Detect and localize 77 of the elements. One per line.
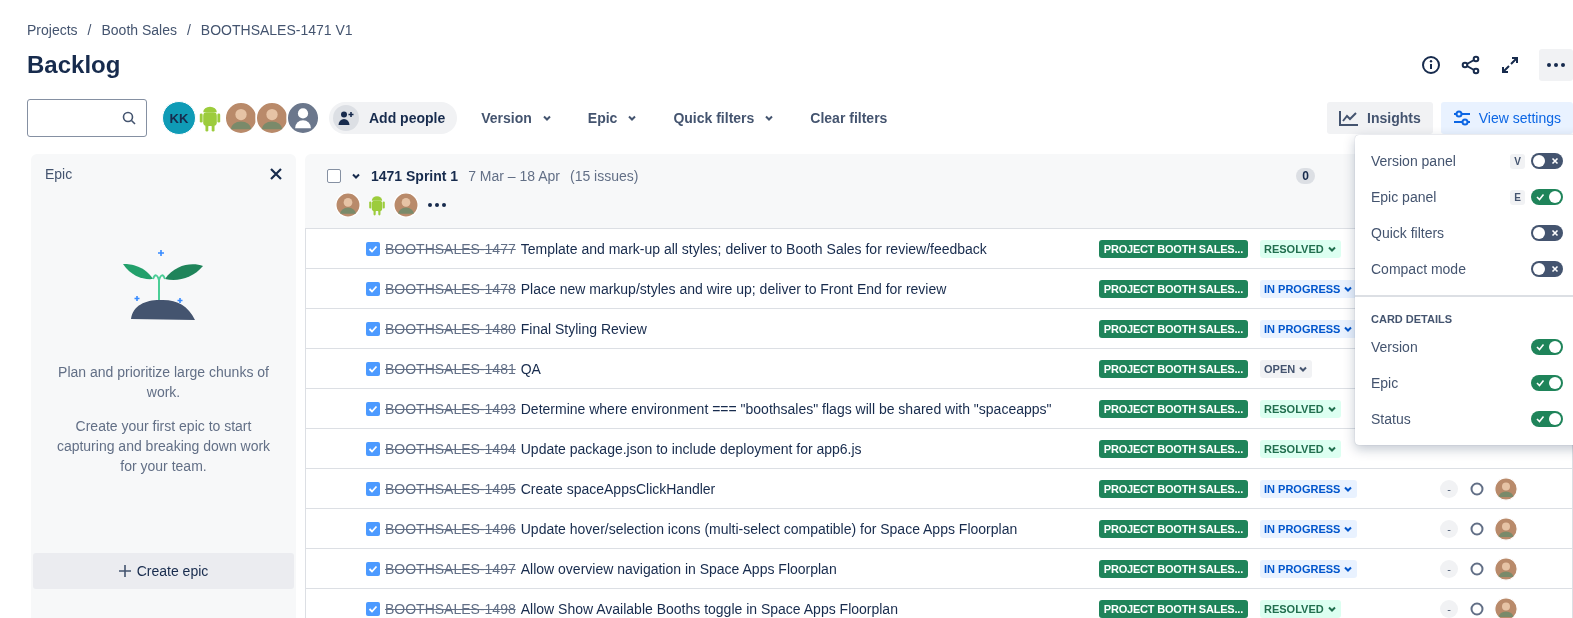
issue-key[interactable]: BOOTHSALES-1495 <box>385 480 516 497</box>
user-avatar[interactable]: KK <box>162 101 196 135</box>
breadcrumb-link[interactable]: BOOTHSALES-1471 V1 <box>200 22 353 38</box>
filter-dropdown[interactable]: Version <box>469 104 564 132</box>
issue-key[interactable]: BOOTHSALES-1498 <box>385 600 516 617</box>
issue-summary: Update hover/selection icons (multi-select compatible) for Space Apps Floorplan <box>520 520 1019 537</box>
separator: / <box>186 22 191 38</box>
epic-tag: PROJECT BOOTH SALES... <box>1098 239 1248 258</box>
insights-button[interactable]: Insights <box>1327 102 1433 134</box>
menu-item-label: Epic panel <box>1371 189 1438 205</box>
issue-row[interactable]: BOOTHSALES-1497 Allow overview navigation in Space Apps Floorplan PROJECT BOOTH SALES... IN PROGRESS - <box>306 549 1572 589</box>
status-dropdown[interactable]: IN PROGRESS <box>1260 319 1358 338</box>
issue-summary: QA <box>520 360 542 377</box>
status-dropdown[interactable]: IN PROGRESS <box>1260 559 1358 578</box>
issue-summary: Allow overview navigation in Space Apps Floorplan <box>520 560 838 577</box>
epic-tag: PROJECT BOOTH SALES... <box>1098 599 1248 618</box>
epic-tag: PROJECT BOOTH SALES... <box>1098 479 1248 498</box>
section-heading: CARD DETAILS <box>1370 312 1454 327</box>
clear-filters-button[interactable]: Clear filters <box>798 104 900 132</box>
issue-count: (15 issues) <box>570 168 639 184</box>
empty-state-text: Create your first epic to start capturing and breaking down work for your team. <box>55 417 272 476</box>
issue-summary: Place new markup/styles and wire up; deliver to Front End for review <box>520 280 948 297</box>
issue-key[interactable]: BOOTHSALES-1497 <box>385 560 516 577</box>
status-dropdown[interactable]: IN PROGRESS <box>1260 279 1358 298</box>
add-people-button[interactable]: Add people <box>329 102 458 134</box>
issue-key[interactable]: BOOTHSALES-1477 <box>385 240 516 257</box>
issue-row[interactable]: BOOTHSALES-1496 Update hover/selection icons (multi-select compatible) for Space Apps Floorplan PROJECT BOOTH SALES... IN PROGRESS - <box>306 509 1572 549</box>
panel-title: Epic <box>45 166 73 182</box>
issue-key[interactable]: BOOTHSALES-1493 <box>385 400 516 417</box>
status-dropdown[interactable]: RESOLVED <box>1260 399 1341 418</box>
issue-summary: Create spaceAppsClickHandler <box>520 480 717 497</box>
breadcrumb-link[interactable]: Booth Sales <box>101 22 177 38</box>
separator: / <box>87 22 92 38</box>
status-dropdown[interactable]: OPEN <box>1260 359 1313 378</box>
sprint-dates: 7 Mar – 18 Apr <box>468 168 560 184</box>
issue-row[interactable]: BOOTHSALES-1498 Allow Show Available Booths toggle in Space Apps Floorplan PROJECT BOOTH SALES... RESOLVED - <box>306 589 1572 618</box>
sprint-name: 1471 Sprint 1 <box>371 168 459 184</box>
status-dropdown[interactable]: IN PROGRESS <box>1260 479 1358 498</box>
status-dropdown[interactable]: RESOLVED <box>1260 599 1341 618</box>
view-settings-button[interactable]: View settings <box>1440 102 1573 134</box>
issue-key[interactable]: BOOTHSALES-1478 <box>385 280 516 297</box>
epic-tag: PROJECT BOOTH SALES... <box>1098 399 1248 418</box>
epic-tag: PROJECT BOOTH SALES... <box>1098 559 1248 578</box>
issue-key[interactable]: BOOTHSALES-1496 <box>385 520 516 537</box>
issue-summary: Template and mark-up all styles; deliver to Booth Sales for review/feedback <box>520 240 988 257</box>
breadcrumb-link[interactable]: Projects <box>27 22 78 38</box>
issue-row[interactable]: BOOTHSALES-1495 Create spaceAppsClickHandler PROJECT BOOTH SALES... IN PROGRESS - <box>306 469 1572 509</box>
epic-tag: PROJECT BOOTH SALES... <box>1098 319 1248 338</box>
menu-item-label: Version panel <box>1371 153 1457 169</box>
estimate-badge: - <box>1440 479 1458 498</box>
issue-summary: Determine where environment === "boothsales" flags will be shared with "spaceapps" <box>520 400 1053 417</box>
issue-summary: Update package.json to include deployment for app6.js <box>520 440 863 457</box>
epic-tag: PROJECT BOOTH SALES... <box>1098 359 1248 378</box>
empty-state-text: Plan and prioritize large chunks of work. <box>57 363 270 402</box>
issue-summary: Allow Show Available Booths toggle in Space Apps Floorplan <box>520 600 899 617</box>
filter-dropdown[interactable]: Quick filters <box>661 104 787 132</box>
issue-summary: Final Styling Review <box>520 320 648 337</box>
status-dropdown[interactable]: RESOLVED <box>1260 239 1341 258</box>
keyboard-shortcut: V <box>1510 153 1525 169</box>
epic-tag: PROJECT BOOTH SALES... <box>1098 519 1248 538</box>
menu-item-label: Epic <box>1371 375 1400 391</box>
create-epic-button[interactable]: Create epic <box>33 553 294 589</box>
issue-key[interactable]: BOOTHSALES-1481 <box>385 360 516 377</box>
epic-tag: PROJECT BOOTH SALES... <box>1098 279 1248 298</box>
estimate-badge: - <box>1440 519 1458 538</box>
estimate-badge: - <box>1440 599 1458 618</box>
issue-key[interactable]: BOOTHSALES-1480 <box>385 320 516 337</box>
count-badge: 0 <box>1296 168 1315 184</box>
page-title: Backlog <box>27 51 121 79</box>
keyboard-shortcut: E <box>1510 189 1525 205</box>
issue-key[interactable]: BOOTHSALES-1494 <box>385 440 516 457</box>
menu-item-label: Status <box>1371 411 1412 427</box>
status-dropdown[interactable]: RESOLVED <box>1260 439 1341 458</box>
epic-tag: PROJECT BOOTH SALES... <box>1098 439 1248 458</box>
estimate-badge: - <box>1440 559 1458 578</box>
filter-dropdown[interactable]: Epic <box>575 104 650 132</box>
status-dropdown[interactable]: IN PROGRESS <box>1260 519 1358 538</box>
